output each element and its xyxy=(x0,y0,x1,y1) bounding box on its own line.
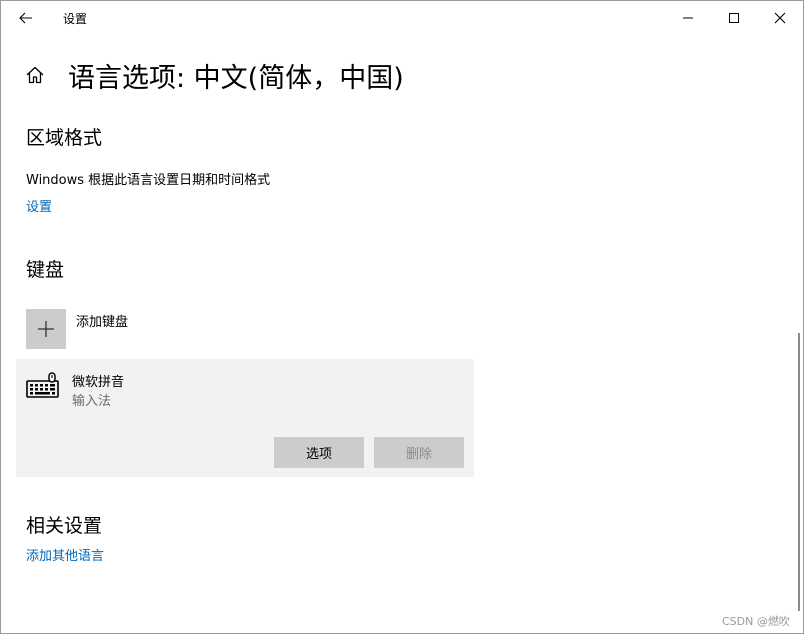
add-keyboard-label: 添加键盘 xyxy=(76,315,129,330)
minimize-icon xyxy=(683,17,693,19)
related-settings-heading: 相关设置 xyxy=(26,515,103,537)
minimize-button[interactable] xyxy=(665,1,711,35)
back-arrow-icon xyxy=(19,12,32,24)
keyboard-heading: 键盘 xyxy=(26,259,65,281)
remove-button[interactable]: 删除 xyxy=(374,437,464,468)
page-title: 语言选项: 中文(简体，中国) xyxy=(68,63,404,94)
title-bar: 设置 xyxy=(1,1,803,35)
window-title: 设置 xyxy=(63,12,88,26)
keyboard-icon xyxy=(26,372,59,398)
region-format-description: Windows 根据此语言设置日期和时间格式 xyxy=(26,173,271,188)
back-button[interactable] xyxy=(7,1,45,35)
add-keyboard-button[interactable]: 添加键盘 xyxy=(26,309,326,349)
keyboard-name: 微软拼音 xyxy=(72,375,125,390)
settings-window: 设置 语言选项: 中文(简体，中国) 区域格式 Windows 根据此语言设置日… xyxy=(0,0,804,634)
plus-icon xyxy=(38,321,54,337)
maximize-icon xyxy=(729,13,739,23)
region-format-heading: 区域格式 xyxy=(26,127,103,149)
keyboard-type: 输入法 xyxy=(72,394,112,409)
scrollbar-thumb[interactable] xyxy=(798,333,800,611)
add-language-link[interactable]: 添加其他语言 xyxy=(26,545,104,564)
watermark: CSDN @燃吹 xyxy=(722,615,790,628)
home-icon xyxy=(26,66,44,84)
keyboard-item[interactable]: 微软拼音 输入法 选项 删除 xyxy=(16,359,474,477)
maximize-button[interactable] xyxy=(711,1,757,35)
options-button[interactable]: 选项 xyxy=(274,437,364,468)
add-keyboard-tile xyxy=(26,309,66,349)
home-button[interactable] xyxy=(23,63,47,87)
close-button[interactable] xyxy=(757,1,803,35)
region-settings-link[interactable]: 设置 xyxy=(26,196,52,215)
close-icon xyxy=(774,12,786,24)
